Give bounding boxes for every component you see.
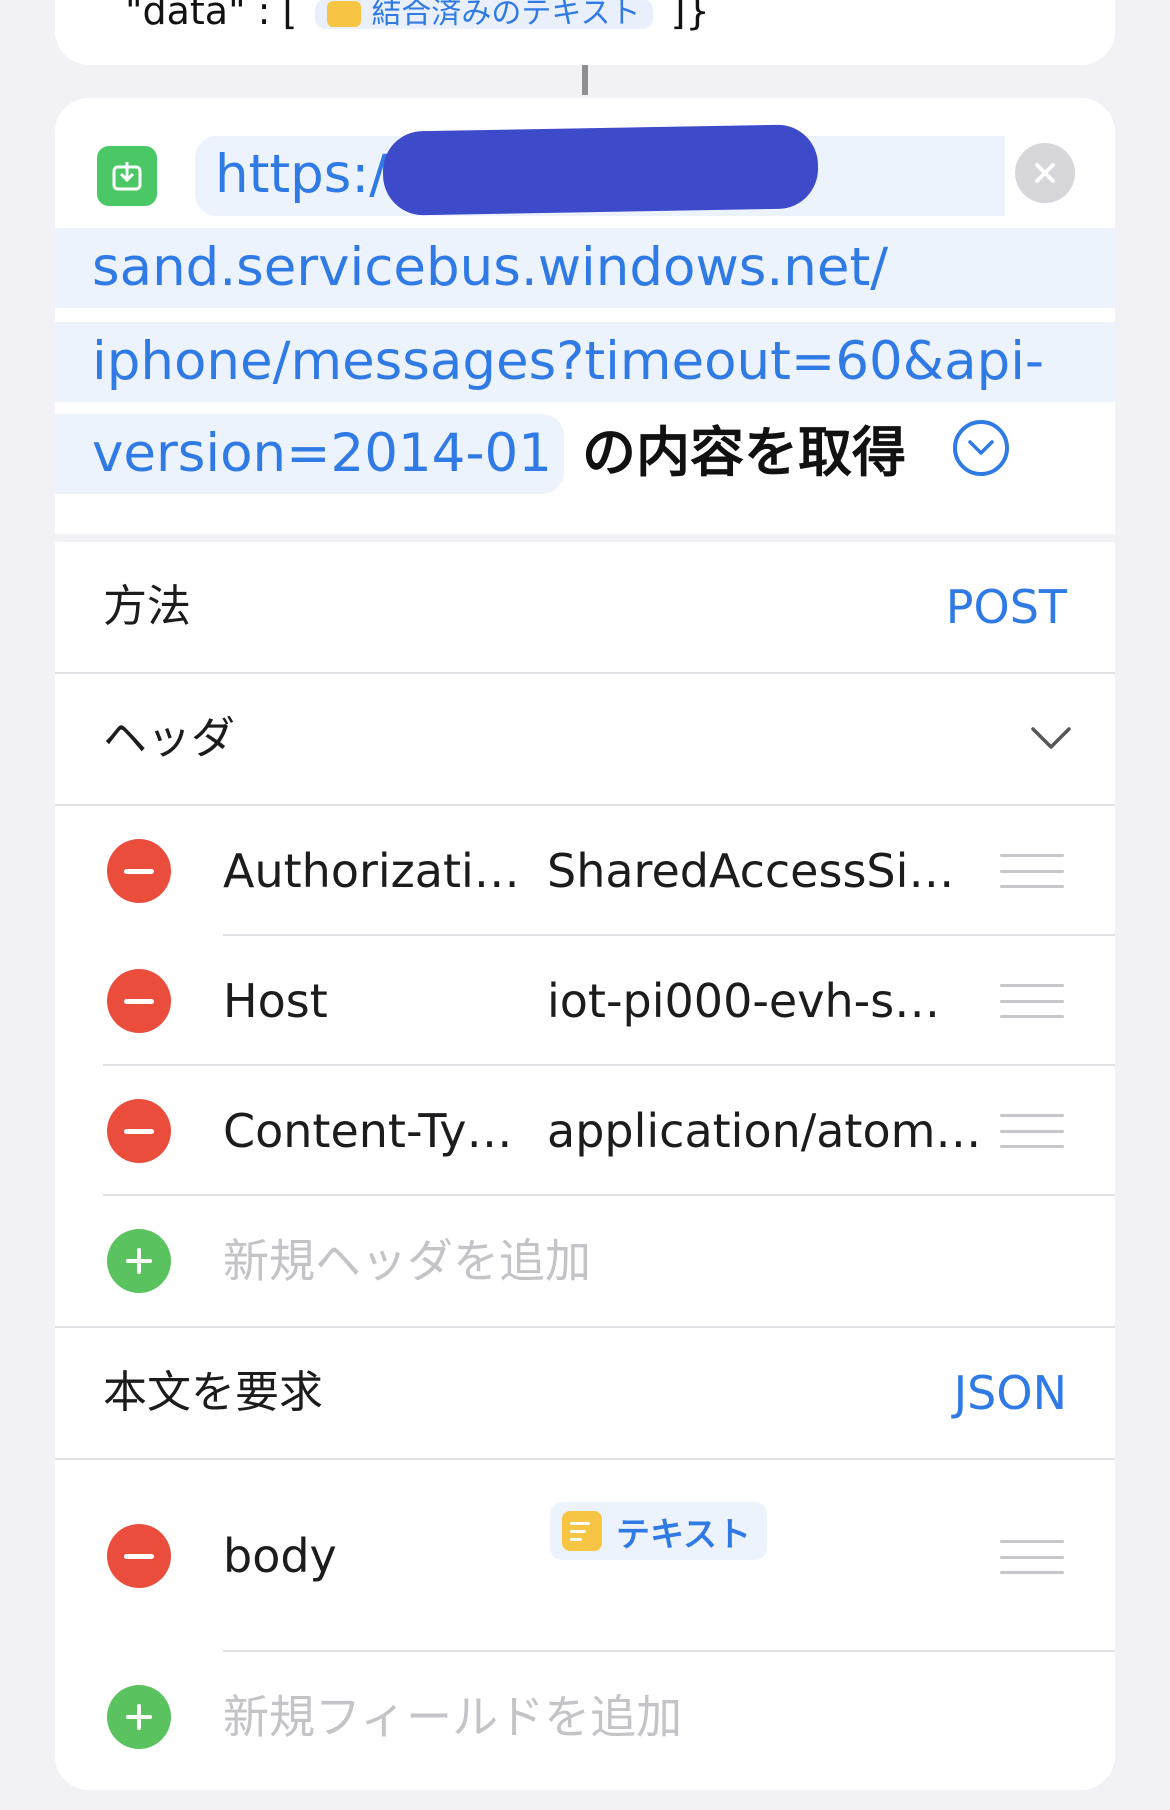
remove-header-button[interactable] (107, 1099, 171, 1163)
text-variable-label: テキスト (616, 1514, 751, 1555)
method-row[interactable]: 方法 POST (55, 542, 1115, 674)
reorder-handle-icon[interactable] (1000, 854, 1064, 888)
add-header-placeholder[interactable]: 新規ヘッダを追加 (223, 1196, 591, 1326)
previous-action-suffix: ]} (670, 0, 710, 33)
header-value[interactable]: SharedAccessSi… (547, 806, 954, 936)
remove-header-button[interactable] (107, 839, 171, 903)
url-field-line-3[interactable]: iphone/messages?timeout=60&api- (55, 322, 1115, 402)
previous-action-text: "data" : [ 結合済みのテキスト ]} (125, 0, 710, 30)
add-field-row[interactable]: 新規フィールドを追加 (55, 1652, 1115, 1782)
header-item: Host iot-pi000-evh-s… (55, 936, 1115, 1066)
previous-action-prefix: "data" : [ (125, 0, 298, 33)
add-field-placeholder[interactable]: 新規フィールドを追加 (223, 1652, 682, 1782)
get-contents-of-url-card: https:/ sand.servicebus.windows.net/ iph… (55, 98, 1115, 1790)
body-field-item: body テキスト (55, 1460, 1115, 1652)
add-header-button[interactable] (107, 1229, 171, 1293)
header-item: Content-Ty… application/atom… (55, 1066, 1115, 1196)
remove-field-button[interactable] (107, 1524, 171, 1588)
request-body-type[interactable]: JSON (954, 1328, 1067, 1458)
text-icon (562, 1511, 602, 1551)
previous-action-card: "data" : [ 結合済みのテキスト ]} (55, 0, 1115, 65)
header-key[interactable]: Authorizati… (223, 806, 520, 936)
clear-url-button[interactable] (1015, 143, 1075, 203)
redaction-mark (382, 124, 819, 216)
headers-label: ヘッダ (103, 713, 235, 764)
action-header: https:/ sand.servicebus.windows.net/ iph… (55, 98, 1115, 534)
expand-options-button[interactable] (953, 420, 1009, 476)
action-connector (582, 65, 588, 95)
combined-text-token[interactable]: 結合済みのテキスト (315, 0, 653, 31)
combined-text-token-label: 結合済みのテキスト (371, 0, 641, 31)
reorder-handle-icon[interactable] (1000, 1114, 1064, 1148)
header-value[interactable]: application/atom… (547, 1066, 981, 1196)
request-body-row[interactable]: 本文を要求 JSON (55, 1328, 1115, 1460)
request-body-label: 本文を要求 (103, 1367, 323, 1418)
method-value[interactable]: POST (946, 542, 1067, 672)
chevron-down-icon (968, 440, 994, 455)
field-key[interactable]: body (223, 1460, 337, 1652)
text-variable-token[interactable]: テキスト (550, 1502, 767, 1560)
chevron-down-icon[interactable] (1029, 724, 1073, 752)
header-value[interactable]: iot-pi000-evh-s… (547, 936, 940, 1066)
url-field-line-4[interactable]: version=2014-01 (55, 414, 564, 494)
header-item: Authorizati… SharedAccessSi… (55, 806, 1115, 936)
url-field-line-2[interactable]: sand.servicebus.windows.net/ (55, 228, 1115, 308)
header-key[interactable]: Content-Ty… (223, 1066, 512, 1196)
headers-row[interactable]: ヘッダ (55, 674, 1115, 806)
section-separator (55, 534, 1115, 542)
text-icon (327, 1, 362, 27)
plus-icon (126, 1704, 152, 1730)
header-key[interactable]: Host (223, 936, 328, 1066)
reorder-handle-icon[interactable] (1000, 984, 1064, 1018)
action-title: の内容を取得 (582, 421, 906, 484)
plus-icon (126, 1248, 152, 1274)
method-label: 方法 (103, 581, 191, 632)
close-icon (1035, 163, 1055, 183)
add-field-button[interactable] (107, 1685, 171, 1749)
remove-header-button[interactable] (107, 969, 171, 1033)
add-header-row[interactable]: 新規ヘッダを追加 (55, 1196, 1115, 1328)
reorder-handle-icon[interactable] (1000, 1540, 1064, 1574)
download-icon (97, 146, 157, 206)
